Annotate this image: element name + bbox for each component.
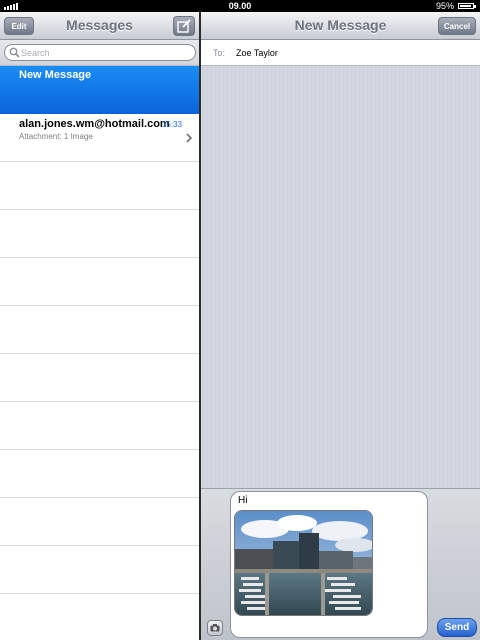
send-button[interactable]: Send bbox=[437, 618, 477, 637]
compose-icon bbox=[177, 19, 191, 33]
empty-row bbox=[0, 306, 199, 354]
battery-icon bbox=[458, 3, 476, 9]
messages-title: Messages bbox=[66, 17, 133, 33]
empty-row bbox=[0, 210, 199, 258]
camera-icon bbox=[210, 624, 220, 632]
to-field[interactable]: To: Zoe Taylor bbox=[201, 40, 480, 66]
empty-row bbox=[0, 546, 199, 594]
search-input[interactable] bbox=[21, 45, 181, 60]
empty-row bbox=[0, 498, 199, 546]
cancel-button[interactable]: Cancel bbox=[438, 17, 476, 35]
search-bar bbox=[0, 40, 199, 66]
battery-percent: 95% bbox=[435, 1, 454, 11]
new-message-pane: New Message Cancel To: Zoe Taylor Hi Sen… bbox=[201, 12, 480, 640]
search-field[interactable] bbox=[4, 44, 196, 61]
conversation-time: 15:33 bbox=[161, 120, 182, 129]
conversation-sender: alan.jones.wm@hotmail.com bbox=[19, 118, 170, 130]
empty-row bbox=[0, 354, 199, 402]
conversation-row[interactable]: alan.jones.wm@hotmail.com 15:33 Attachme… bbox=[0, 114, 199, 162]
to-label: To: bbox=[213, 48, 226, 58]
status-time: 09.00 bbox=[228, 1, 252, 11]
harbor-photo-image bbox=[235, 511, 372, 615]
compose-button[interactable] bbox=[173, 16, 195, 36]
empty-row bbox=[0, 258, 199, 306]
empty-row bbox=[0, 594, 199, 640]
empty-row bbox=[0, 162, 199, 210]
to-recipient[interactable]: Zoe Taylor bbox=[236, 48, 278, 58]
chevron-right-icon bbox=[186, 133, 193, 143]
conversation-preview: Attachment: 1 Image bbox=[19, 132, 93, 141]
message-input[interactable]: Hi bbox=[230, 491, 428, 638]
empty-row bbox=[0, 402, 199, 450]
messages-pane: Edit Messages New Message alan.jones.wm@… bbox=[0, 12, 199, 640]
compose-bar: Hi Send bbox=[201, 488, 480, 640]
search-icon bbox=[9, 47, 20, 58]
camera-button[interactable] bbox=[207, 620, 223, 636]
new-message-label: New Message bbox=[19, 69, 92, 81]
empty-row bbox=[0, 450, 199, 498]
attached-photo[interactable] bbox=[234, 510, 373, 616]
messages-navbar: Edit Messages bbox=[0, 12, 199, 40]
new-message-navbar: New Message Cancel bbox=[201, 12, 480, 40]
message-text: Hi bbox=[238, 495, 248, 506]
list-item-new-message[interactable]: New Message bbox=[0, 66, 199, 114]
status-bar: 09.00 95% bbox=[0, 0, 480, 12]
